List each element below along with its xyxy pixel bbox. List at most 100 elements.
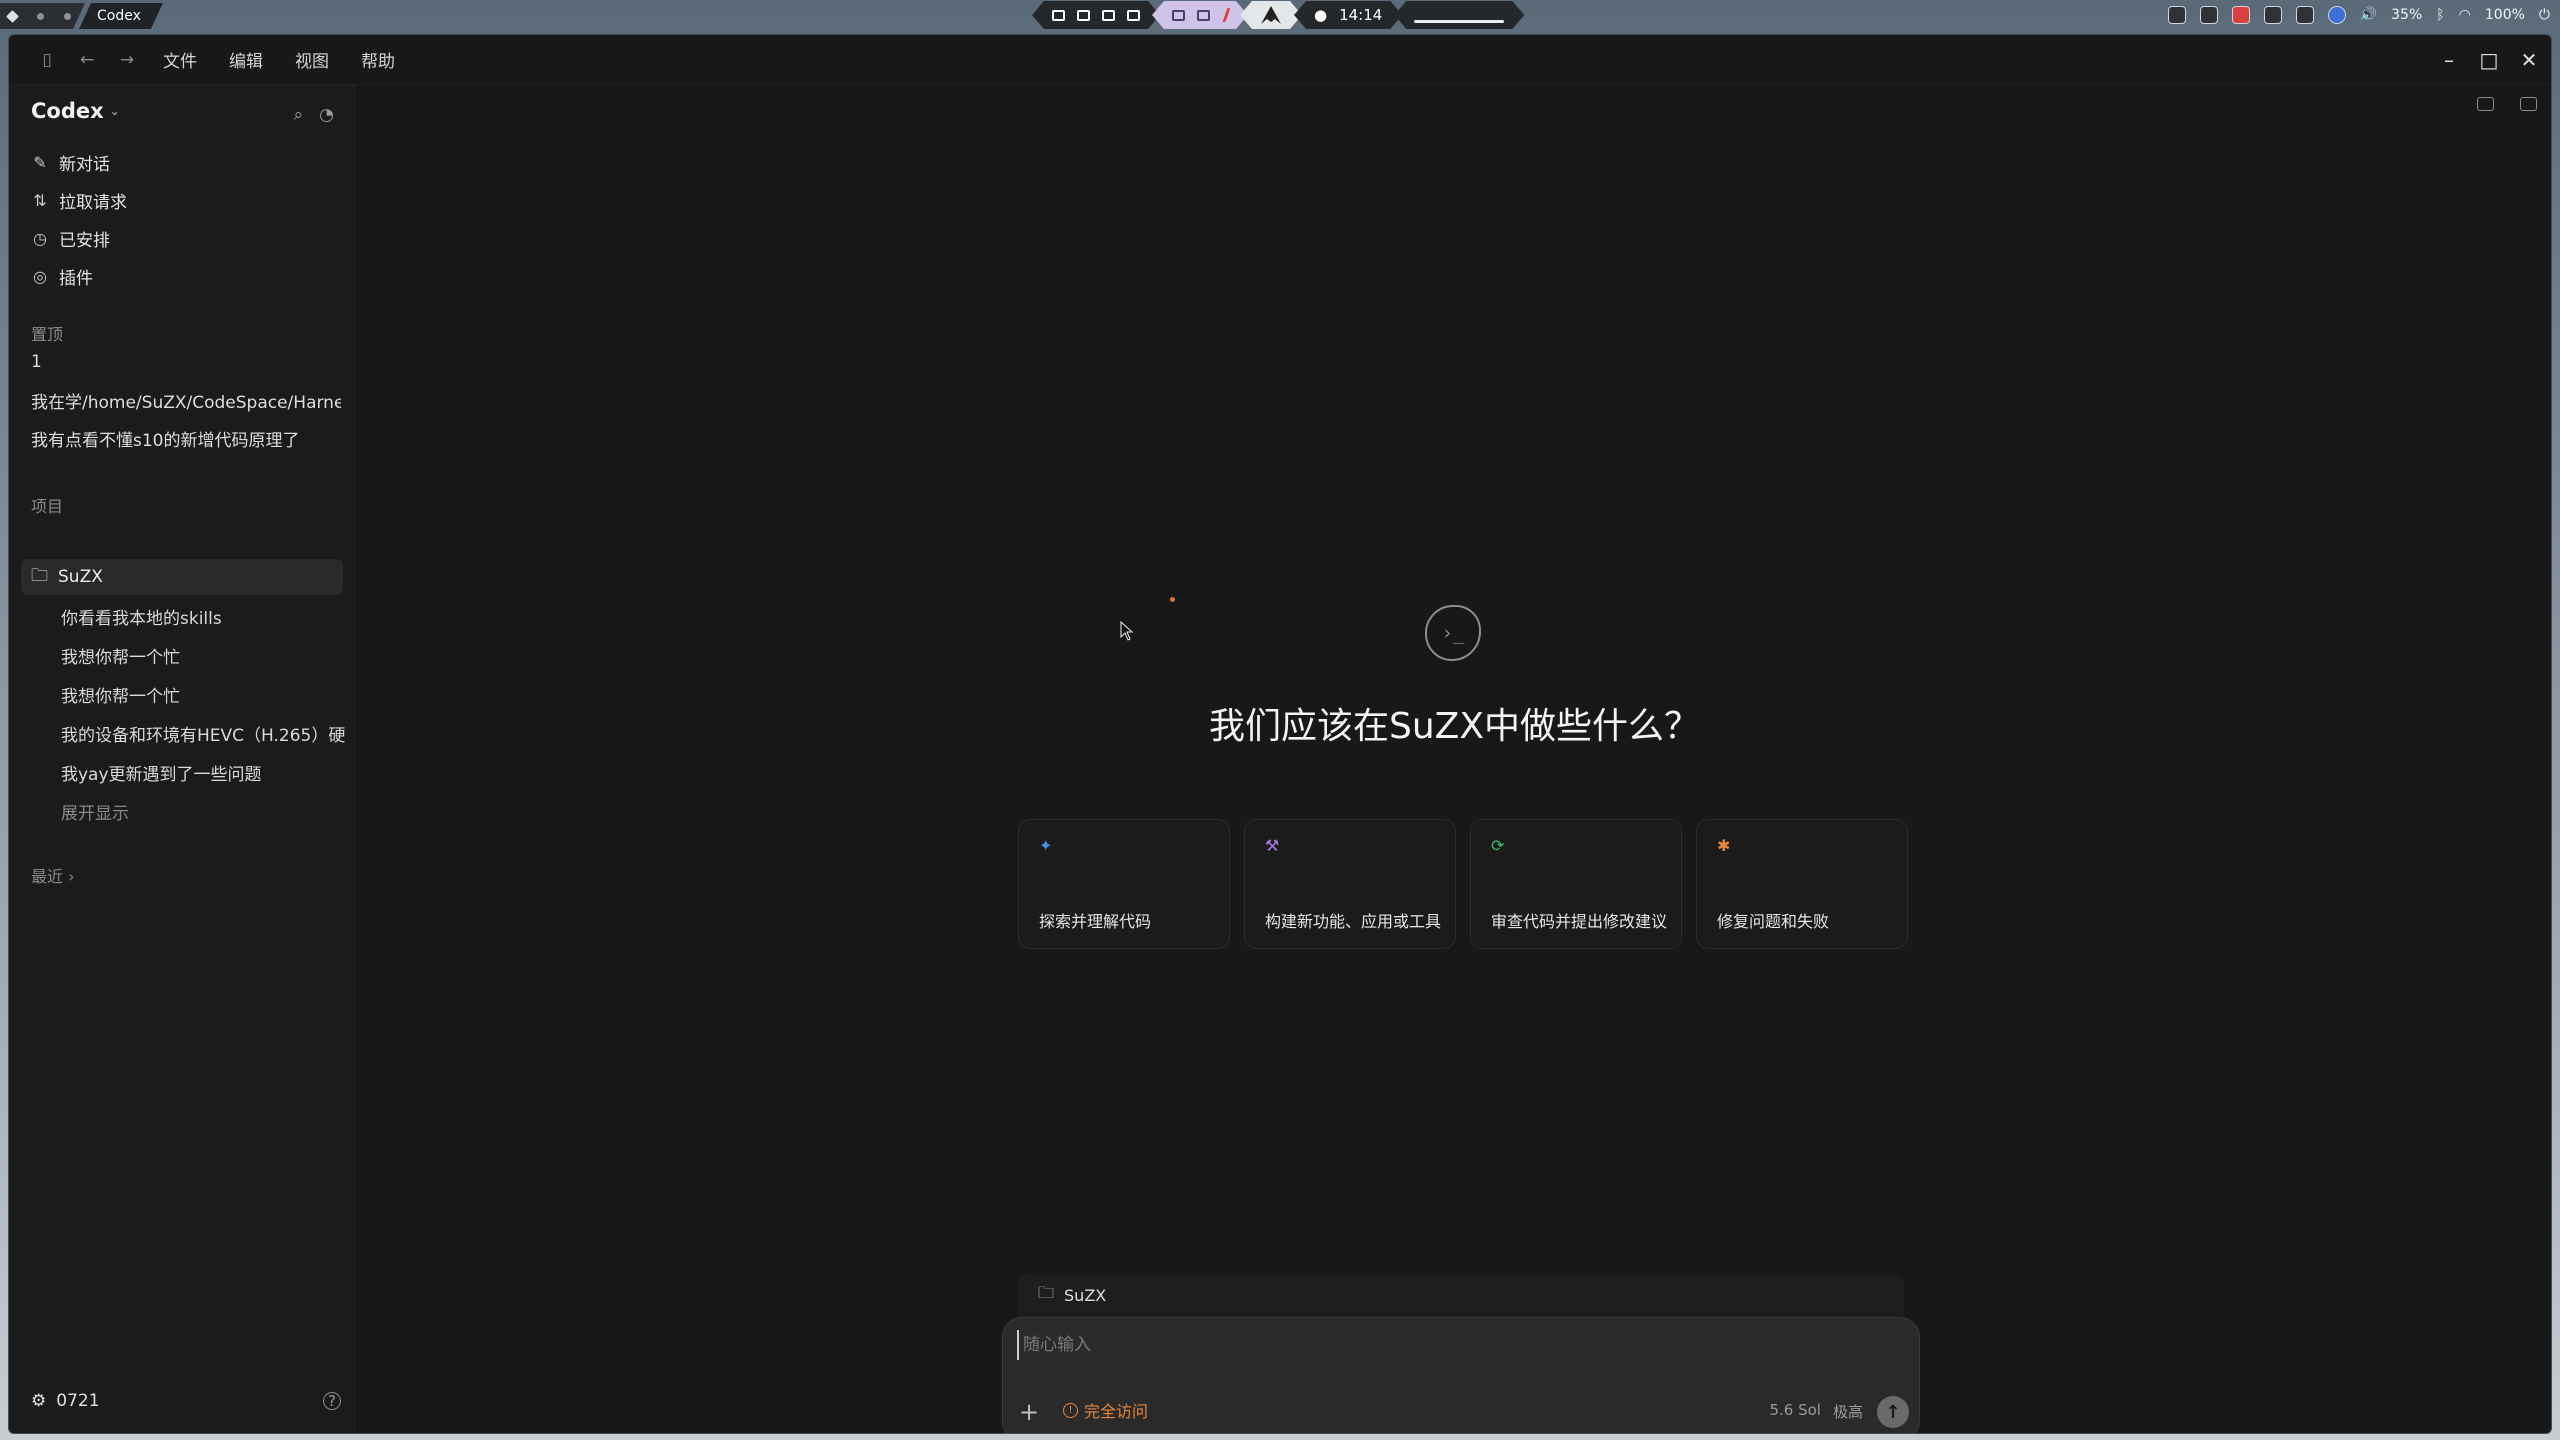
status-dot [1170, 597, 1175, 602]
nav-pull-requests[interactable]: ⇅ 拉取请求 [31, 181, 341, 219]
workspace-dot[interactable] [64, 13, 71, 20]
terminal-icon[interactable] [1052, 10, 1065, 21]
hammer-icon: ⚒ [1265, 836, 1280, 855]
telescope-icon: ✦ [1039, 836, 1053, 855]
terminal-panel-icon[interactable] [2477, 97, 2494, 111]
maximize-icon[interactable]: □ [2477, 48, 2501, 72]
sidebar: Codex ⌄ ⌕ ◔ ✎ 新对话 ⇅ 拉取请求 ◷ 已安排 ◎ 插件 置顶 1… [9, 85, 355, 1433]
keyboard-icon[interactable] [2263, 6, 2282, 24]
bell-icon[interactable]: ◔ [319, 105, 334, 125]
clock[interactable]: ● 14:14 [1294, 1, 1402, 29]
composer: + ! 完全访问 5.6 Sol 极高 ↑ [1002, 1317, 1920, 1433]
new-chat-icon: ✎ [33, 152, 47, 172]
pull-request-icon: ⇅ [33, 190, 47, 210]
volume-level: 35% [2391, 7, 2423, 23]
project-suzx[interactable]: 🗀 SuZX [21, 559, 343, 595]
user-name: 0721 [56, 1391, 100, 1411]
menu-edit[interactable]: 编辑 [213, 47, 279, 72]
model-selector[interactable]: 5.6 Sol [1769, 1401, 1821, 1422]
wifi-icon[interactable]: ◠ [2459, 7, 2471, 23]
page-title: 我们应该在SuZX中做些什么？ [1209, 706, 1700, 747]
access-mode-button[interactable]: ! 完全访问 [1063, 1398, 1148, 1422]
eye-icon[interactable] [1172, 10, 1185, 21]
folder-icon: 🗀 [1038, 1282, 1055, 1302]
clock-time: 14:14 [1339, 6, 1383, 24]
prompt-input[interactable] [1017, 1330, 1897, 1360]
workspace-switcher[interactable]: Codex ⌄ [31, 99, 120, 123]
screenshot-icon[interactable] [1102, 10, 1115, 21]
nav-label: 拉取请求 [59, 192, 127, 213]
codex-window: ▯ ← → 文件 编辑 视图 帮助 – □ ✕ Codex ⌄ ⌕ ◔ ✎ 新对… [8, 34, 2552, 1434]
media-play-icon[interactable] [2295, 6, 2314, 24]
media-indicator[interactable] [1394, 1, 1524, 29]
project-thread[interactable]: 你看看我本地的skills [61, 597, 345, 636]
side-panel-icon[interactable] [2520, 97, 2537, 111]
help-icon[interactable]: ? [323, 1392, 341, 1410]
minimize-icon[interactable]: – [2437, 48, 2461, 72]
arch-logo-icon[interactable] [1260, 5, 1282, 25]
card-label: 审查代码并提出修改建议 [1491, 912, 1668, 931]
pinned-thread[interactable]: 1 [31, 343, 341, 381]
tray-app-icon[interactable] [2199, 6, 2218, 24]
record-icon[interactable] [1077, 10, 1090, 21]
power-mode-icon[interactable] [1219, 8, 1230, 22]
project-name: SuZX [58, 567, 103, 587]
media-progress-line [1414, 20, 1504, 23]
nav-label: 新对话 [59, 154, 110, 175]
clock-icon: ● [1314, 6, 1328, 24]
close-icon[interactable]: ✕ [2517, 48, 2541, 72]
suggestion-card-build[interactable]: ⚒ 构建新功能、应用或工具 [1244, 819, 1456, 949]
menu-view[interactable]: 视图 [279, 47, 345, 72]
workspace-active-dot[interactable] [6, 10, 19, 23]
card-label: 构建新功能、应用或工具 [1265, 912, 1442, 931]
workspace-dot[interactable] [37, 13, 44, 20]
quick-tools[interactable] [1032, 1, 1160, 29]
send-arrow-icon[interactable]: ↑ [1877, 1396, 1909, 1428]
power-icon[interactable]: ⏻ [2539, 7, 2550, 23]
bluetooth-icon[interactable]: ᛒ [2436, 7, 2444, 23]
back-arrow-icon[interactable]: ← [67, 50, 107, 70]
context-project-name: SuZX [1064, 1285, 1107, 1305]
user-settings[interactable]: ⚙ 0721 ? [31, 1381, 341, 1421]
chevron-down-icon: ⌄ [109, 104, 120, 118]
browser-tray-icon[interactable] [2327, 6, 2346, 24]
warning-icon: ! [1063, 1402, 1078, 1418]
mouse-cursor-icon [1120, 621, 1134, 641]
chevron-right-icon: › [68, 867, 75, 886]
project-context-chip[interactable]: 🗀 SuZX [1018, 1273, 1904, 1317]
window-header: ▯ ← → 文件 编辑 视图 帮助 – □ ✕ [9, 35, 2551, 85]
attach-plus-icon[interactable]: + [1019, 1398, 1039, 1426]
nav-scheduled[interactable]: ◷ 已安排 [31, 219, 341, 257]
pen-icon[interactable] [1197, 10, 1210, 21]
sidebar-toggle-icon[interactable]: ▯ [27, 50, 67, 70]
suggestion-card-review[interactable]: ⟳ 审查代码并提出修改建议 [1470, 819, 1682, 949]
network-chart-icon[interactable] [2167, 6, 2186, 24]
nav-new-chat[interactable]: ✎ 新对话 [31, 143, 341, 181]
review-icon: ⟳ [1491, 836, 1505, 855]
expand-threads-link[interactable]: 展开显示 [61, 792, 345, 831]
pinned-thread[interactable]: 我有点看不懂s10的新增代码原理了 [31, 419, 341, 457]
status-tools[interactable] [1152, 1, 1248, 29]
bug-icon: ✱ [1717, 836, 1731, 855]
forward-arrow-icon[interactable]: → [107, 50, 147, 70]
nav-plugins[interactable]: ◎ 插件 [31, 257, 341, 295]
desktop-top-bar: Codex ● 14:14 🔊 35% ᛒ ◠ 100% ⏻ [0, 0, 2560, 30]
pinned-thread[interactable]: 我在学/home/SuZX/CodeSpace/Harness [31, 381, 341, 419]
search-icon[interactable]: ⌕ [294, 105, 304, 125]
project-thread[interactable]: 我yay更新遇到了一些问题 [61, 753, 345, 792]
launcher[interactable] [1240, 1, 1302, 29]
menu-file[interactable]: 文件 [147, 47, 213, 72]
volume-icon[interactable]: 🔊 [2360, 7, 2377, 23]
project-thread[interactable]: 我的设备和环境有HEVC（H.265）硬件 [61, 714, 345, 753]
clipboard-icon[interactable] [1127, 10, 1140, 21]
workspace-indicator[interactable] [0, 3, 85, 29]
recent-toggle[interactable]: 最近 › [31, 863, 75, 887]
suggestion-card-explore[interactable]: ✦ 探索并理解代码 [1018, 819, 1230, 949]
project-thread[interactable]: 我想你帮一个忙 [61, 675, 345, 714]
main-panel: ›_ 我们应该在SuZX中做些什么？ ✦ 探索并理解代码 ⚒ 构建新功能、应用或… [356, 85, 2551, 1433]
effort-selector[interactable]: 极高 [1833, 1401, 1863, 1422]
suggestion-card-fix[interactable]: ✱ 修复问题和失败 [1696, 819, 1908, 949]
qq-tray-icon[interactable] [2231, 6, 2250, 24]
project-thread[interactable]: 我想你帮一个忙 [61, 636, 345, 675]
menu-help[interactable]: 帮助 [345, 47, 411, 72]
